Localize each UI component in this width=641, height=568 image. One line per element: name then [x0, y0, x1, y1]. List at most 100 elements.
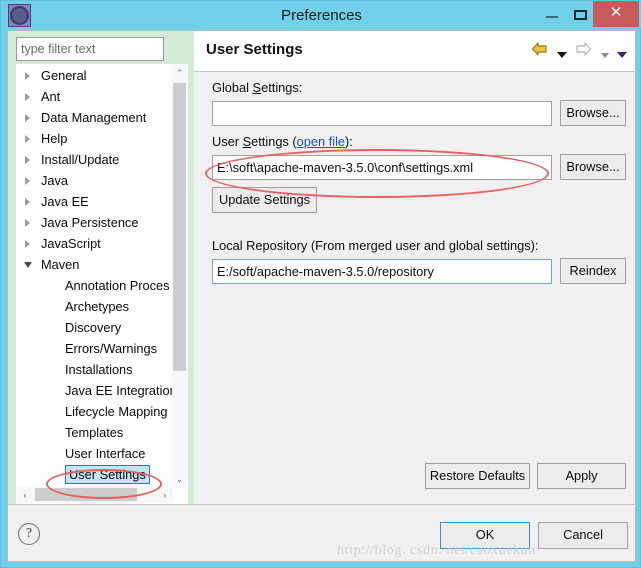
scroll-right-icon[interactable]: › [157, 487, 173, 503]
tree-item-label: Ant [41, 89, 61, 104]
cancel-button[interactable]: Cancel [538, 522, 628, 549]
page-header: User Settings [194, 31, 635, 72]
filter-container [16, 37, 188, 61]
preferences-sidebar: General Ant Data Management Help [8, 31, 194, 504]
chevron-right-icon [25, 240, 30, 248]
tree-item-label: Maven [41, 257, 80, 272]
preferences-tree: General Ant Data Management Help Install… [16, 64, 188, 504]
tree-item-annotation-processing[interactable]: Annotation Proces [17, 275, 173, 296]
tree-item-lifecycle-mapping[interactable]: Lifecycle Mapping [17, 401, 173, 422]
global-settings-browse-button[interactable]: Browse... [560, 100, 626, 126]
tree-item-label: JavaScript [41, 236, 101, 251]
chevron-right-icon [25, 93, 30, 101]
tree-item-java-ee-integration[interactable]: Java EE Integration [17, 380, 173, 401]
chevron-right-icon [25, 114, 30, 122]
tree-item-data-management[interactable]: Data Management [17, 107, 173, 128]
user-settings-label-suffix: ): [345, 134, 353, 149]
tree-item-installations[interactable]: Installations [17, 359, 173, 380]
tree-item-label: Discovery [65, 320, 122, 335]
local-repository-input[interactable] [212, 259, 552, 284]
question-mark-icon[interactable]: ? [18, 523, 40, 545]
tree-item-install-update[interactable]: Install/Update [17, 149, 173, 170]
apply-button[interactable]: Apply [537, 463, 626, 489]
close-icon: ✕ [609, 4, 623, 21]
reindex-button[interactable]: Reindex [560, 258, 626, 284]
tree-item-ant[interactable]: Ant [17, 86, 173, 107]
tree-item-templates[interactable]: Templates [17, 422, 173, 443]
chevron-right-icon [25, 135, 30, 143]
chevron-right-icon [25, 177, 30, 185]
back-arrow-icon[interactable] [531, 41, 548, 62]
chevron-right-icon [25, 198, 30, 206]
tree-item-label: User Settings [65, 465, 150, 484]
tree-item-label: Lifecycle Mapping [65, 404, 168, 419]
dialog-footer: ? OK Cancel [8, 505, 635, 561]
page-title: User Settings [206, 41, 303, 58]
tree-item-maven[interactable]: Maven [17, 254, 173, 275]
tree-item-label: General [41, 68, 87, 83]
tree-item-label: Help [41, 131, 68, 146]
maximize-button[interactable] [563, 1, 597, 27]
preferences-window: Preferences ✕ General [0, 0, 641, 568]
tree-item-user-settings[interactable]: User Settings [17, 464, 173, 485]
title-bar: Preferences ✕ [1, 1, 641, 30]
tree-scroll-area: General Ant Data Management Help Install… [17, 65, 173, 487]
open-file-link[interactable]: open file [297, 134, 345, 149]
scrollbar-thumb[interactable] [35, 488, 137, 501]
tree-item-label: Installations [65, 362, 133, 377]
forward-arrow-icon[interactable] [575, 41, 592, 62]
user-settings-input[interactable] [212, 155, 552, 180]
user-settings-label: User Settings (open file): [212, 134, 353, 149]
tree-item-label: Annotation Proces [65, 278, 170, 293]
chevron-right-icon [25, 156, 30, 164]
user-settings-label-mid: ettings ( [251, 134, 297, 149]
user-settings-label-prefix: User [212, 134, 243, 149]
user-settings-browse-button[interactable]: Browse... [560, 154, 626, 180]
restore-defaults-button[interactable]: Restore Defaults [425, 463, 530, 489]
tree-item-label: Java [41, 173, 69, 188]
tree-item-java[interactable]: Java [17, 170, 173, 191]
watermark-text: http://blog. csdn. net/caoxuekun [337, 543, 536, 558]
global-settings-label-mnemonic: S [252, 80, 262, 95]
tree-item-label: Data Management [41, 110, 147, 125]
preferences-page: User Settings Global Settings: Browse...… [194, 31, 635, 504]
minimize-icon [546, 16, 558, 18]
tree-item-label: Java EE [41, 194, 89, 209]
tree-item-archetypes[interactable]: Archetypes [17, 296, 173, 317]
page-content: Global Settings: Browse... User Settings… [194, 72, 635, 504]
chevron-right-icon [25, 219, 30, 227]
tree-item-label: Errors/Warnings [65, 341, 157, 356]
tree-item-java-ee[interactable]: Java EE [17, 191, 173, 212]
dialog-client-area: General Ant Data Management Help [7, 30, 636, 562]
search-input[interactable] [16, 37, 164, 61]
tree-item-label: Install/Update [41, 152, 120, 167]
close-button[interactable]: ✕ [593, 1, 639, 27]
scroll-left-icon[interactable]: ‹ [17, 487, 33, 503]
tree-vertical-scrollbar[interactable]: ⌃ ⌄ [172, 65, 187, 487]
tree-item-java-persistence[interactable]: Java Persistence [17, 212, 173, 233]
tree-item-errors-warnings[interactable]: Errors/Warnings [17, 338, 173, 359]
forward-menu-chevron-down-icon[interactable] [600, 46, 609, 58]
global-settings-label-prefix: Global [212, 80, 253, 95]
maximize-icon [574, 10, 587, 20]
tree-item-label: User Interface [65, 446, 146, 461]
tree-item-javascript[interactable]: JavaScript [17, 233, 173, 254]
update-settings-button[interactable]: Update Settings [212, 187, 317, 213]
view-menu-chevron-down-icon[interactable] [617, 45, 627, 58]
tree-horizontal-scrollbar[interactable]: ‹ › [17, 487, 173, 503]
local-repository-label: Local Repository (From merged user and g… [212, 238, 539, 253]
back-menu-chevron-down-icon[interactable] [556, 45, 567, 58]
scroll-up-icon[interactable]: ⌃ [172, 65, 187, 81]
scrollbar-thumb[interactable] [173, 83, 186, 371]
chevron-down-icon [24, 262, 32, 268]
global-settings-input[interactable] [212, 101, 552, 126]
tree-item-label: Templates [65, 425, 124, 440]
tree-item-user-interface[interactable]: User Interface [17, 443, 173, 464]
tree-item-help[interactable]: Help [17, 128, 173, 149]
tree-item-label: Archetypes [65, 299, 130, 314]
scroll-down-icon[interactable]: ⌄ [172, 471, 187, 487]
tree-item-label: Java EE Integration [65, 383, 173, 398]
tree-item-discovery[interactable]: Discovery [17, 317, 173, 338]
global-settings-label-suffix: ettings: [261, 80, 303, 95]
tree-item-general[interactable]: General [17, 65, 173, 86]
